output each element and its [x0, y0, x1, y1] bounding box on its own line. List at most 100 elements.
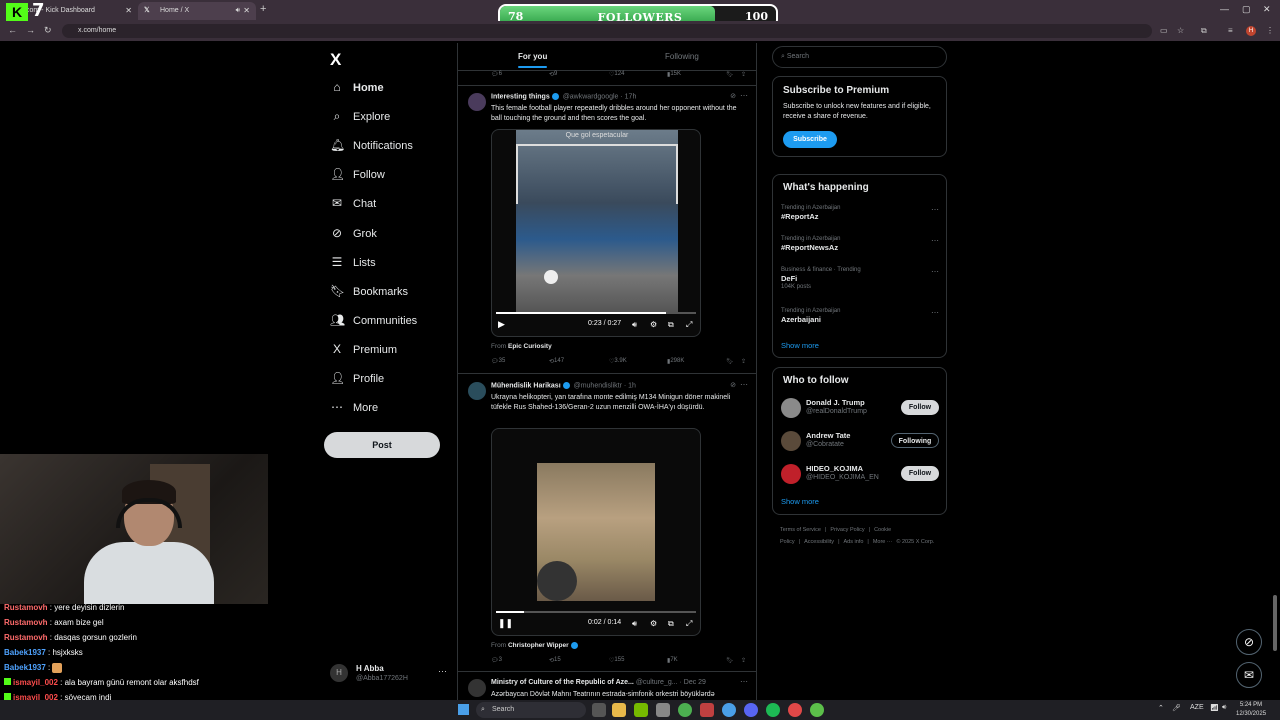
footer-link[interactable]: More ··· — [873, 539, 893, 545]
author-handle[interactable]: @culture_g... · Dec 29 — [636, 679, 706, 686]
avatar[interactable] — [781, 464, 801, 484]
footer-link[interactable]: Terms of Service — [780, 527, 821, 533]
show-more-link[interactable]: Show more — [781, 341, 819, 350]
forward-icon[interactable]: → — [26, 25, 35, 35]
app-icon[interactable] — [788, 703, 802, 717]
spotify-icon[interactable] — [766, 703, 780, 717]
nav-item-grok[interactable]: ⊘ Grok — [330, 226, 377, 250]
play-icon[interactable]: ▶ — [498, 319, 505, 330]
extensions-icon[interactable]: ⧉ — [1201, 26, 1207, 36]
pip-icon[interactable]: ⧉ — [668, 619, 674, 629]
star-icon[interactable]: ☆ — [1177, 26, 1184, 35]
chat-username[interactable]: ismayil_002 — [13, 678, 58, 687]
chrome-active-icon[interactable] — [722, 703, 736, 717]
video-player[interactable]: ❚❚ 0:02 / 0:14 🔊︎ ⚙ ⧉ ⤢ — [491, 428, 701, 636]
follow-suggestion[interactable]: Donald J. Trump @realDonaldTrump Follow — [781, 396, 941, 424]
mic-icon[interactable]: 🎤︎ — [1172, 704, 1181, 712]
chat-username[interactable]: Rustamovh — [4, 633, 48, 642]
app-icon[interactable] — [810, 703, 824, 717]
avatar[interactable] — [468, 93, 486, 111]
speaker-icon[interactable]: 🔊︎ — [236, 2, 240, 20]
nav-item-lists[interactable]: ☰ Lists — [330, 255, 376, 279]
settings-icon[interactable]: ⚙ — [650, 320, 657, 329]
close-window-icon[interactable]: ✕ — [1263, 4, 1271, 15]
tab-following[interactable]: Following — [665, 52, 699, 61]
footer-link[interactable]: Privacy Policy — [830, 527, 864, 533]
avatar[interactable] — [781, 431, 801, 451]
volume-icon[interactable]: 🔊︎ — [632, 619, 637, 629]
follow-button[interactable]: Follow — [901, 466, 939, 481]
trend-item[interactable]: Trending in Azerbaijan #ReportNewsAz ⋯ — [781, 236, 941, 252]
minimize-icon[interactable]: — — [1220, 4, 1229, 14]
nav-item-home[interactable]: ⌂ Home — [330, 80, 383, 104]
footer-link[interactable]: Ads info — [844, 539, 864, 545]
author-name[interactable]: Mühendislik Harikası — [491, 382, 561, 389]
fullscreen-icon[interactable]: ⤢ — [686, 619, 692, 629]
wifi-icon[interactable]: 📶︎ — [1210, 704, 1219, 712]
author-name[interactable]: Ministry of Culture of the Republic of A… — [491, 679, 634, 686]
post[interactable]: Ministry of Culture of the Republic of A… — [458, 671, 756, 700]
more-horizontal-icon[interactable]: ⋯ — [931, 205, 939, 214]
task-view-icon[interactable] — [592, 703, 606, 717]
author-handle[interactable]: @muhendisliktr · 1h — [574, 382, 636, 389]
follow-button[interactable]: Follow — [901, 400, 939, 415]
reply-button[interactable]: 💬︎ 35 — [491, 358, 505, 365]
more-horizontal-icon[interactable]: ⋯ — [931, 236, 939, 245]
like-button[interactable]: ♡ 124 — [609, 71, 624, 78]
repost-button[interactable]: ⟲ 9 — [549, 71, 557, 78]
maximize-icon[interactable]: ▢ — [1242, 4, 1251, 15]
close-tab-icon[interactable]: ✕ — [125, 2, 132, 20]
show-more-link[interactable]: Show more — [781, 497, 819, 506]
profile-avatar-chip[interactable]: H — [1246, 26, 1256, 36]
post[interactable]: Interesting things @awkwardgoogle · 17h … — [458, 85, 756, 375]
more-horizontal-icon[interactable]: ⋯ — [740, 380, 748, 389]
nvidia-icon[interactable] — [634, 703, 648, 717]
x-logo[interactable]: X — [330, 50, 341, 70]
author-handle[interactable]: @awkwardgoogle · 17h — [563, 93, 637, 100]
back-icon[interactable]: ← — [8, 25, 17, 35]
windows-start-icon[interactable] — [458, 704, 469, 715]
share-icon[interactable]: ⇪ — [741, 657, 746, 664]
nav-item-notifications[interactable]: 🔔︎ Notifications — [330, 138, 413, 162]
bookmark-icon[interactable]: 🔖︎ — [726, 71, 734, 78]
new-tab-button[interactable]: + — [260, 3, 266, 15]
taskbar-search[interactable]: ⌕ Search — [476, 702, 586, 718]
settings-icon[interactable]: ⚙ — [650, 619, 657, 628]
repost-button[interactable]: ⟲ 147 — [549, 358, 564, 365]
cast-icon[interactable]: ▭ — [1160, 26, 1168, 35]
user-name[interactable]: Donald J. Trump — [806, 398, 865, 407]
scrollbar-thumb[interactable] — [1273, 595, 1277, 651]
close-tab-icon[interactable]: ✕ — [243, 2, 250, 20]
chat-username[interactable]: Rustamovh — [4, 618, 48, 627]
tab-for-you[interactable]: For you — [518, 52, 548, 68]
more-horizontal-icon[interactable]: ⋯ — [931, 308, 939, 317]
nav-item-profile[interactable]: 👤︎ Profile — [330, 371, 384, 395]
nav-item-premium[interactable]: X Premium — [330, 342, 397, 366]
chat-username[interactable]: Rustamovh — [4, 603, 48, 612]
trend-item[interactable]: Trending in Azerbaijan Azerbaijani ⋯ — [781, 308, 941, 324]
reply-button[interactable]: 💬︎ 6 — [491, 71, 502, 78]
messages-fab-icon[interactable]: ✉ — [1236, 662, 1262, 688]
video-player[interactable]: Que gol espetacular ▶ 0:23 / 0:27 🔊︎ ⚙ ⧉… — [491, 129, 701, 337]
more-horizontal-icon[interactable]: ⋯ — [438, 666, 447, 677]
post-button[interactable]: Post — [324, 432, 440, 458]
nav-item-follow[interactable]: 👤︎ Follow — [330, 167, 385, 191]
more-horizontal-icon[interactable]: ⋯ — [931, 267, 939, 276]
discord-icon[interactable] — [744, 703, 758, 717]
source-name[interactable]: Christopher Wipper — [508, 642, 569, 649]
nav-item-communities[interactable]: 👥︎ Communities — [330, 313, 417, 337]
follow-suggestion[interactable]: HIDEO_KOJIMA @HIDEO_KOJIMA_EN Follow — [781, 462, 941, 490]
chrome-icon[interactable] — [678, 703, 692, 717]
fullscreen-icon[interactable]: ⤢ — [686, 320, 692, 330]
reply-button[interactable]: 💬︎ 3 — [491, 657, 502, 664]
trend-item[interactable]: Trending in Azerbaijan #ReportAz ⋯ — [781, 205, 941, 221]
menu-icon[interactable]: ≡ — [1228, 26, 1233, 35]
bookmark-icon[interactable]: 🔖︎ — [726, 358, 734, 365]
chevron-up-icon[interactable]: ⌃ — [1158, 704, 1164, 712]
tab-home-x[interactable]: 𝕏 Home / X 🔊︎ ✕ — [138, 2, 256, 20]
more-horizontal-icon[interactable]: ⋯ — [740, 677, 748, 686]
author-name[interactable]: Interesting things — [491, 93, 550, 100]
more-horizontal-icon[interactable]: ⋯ — [740, 91, 748, 100]
repost-button[interactable]: ⟲ 15 — [549, 657, 561, 664]
share-icon[interactable]: ⇪ — [741, 358, 746, 365]
